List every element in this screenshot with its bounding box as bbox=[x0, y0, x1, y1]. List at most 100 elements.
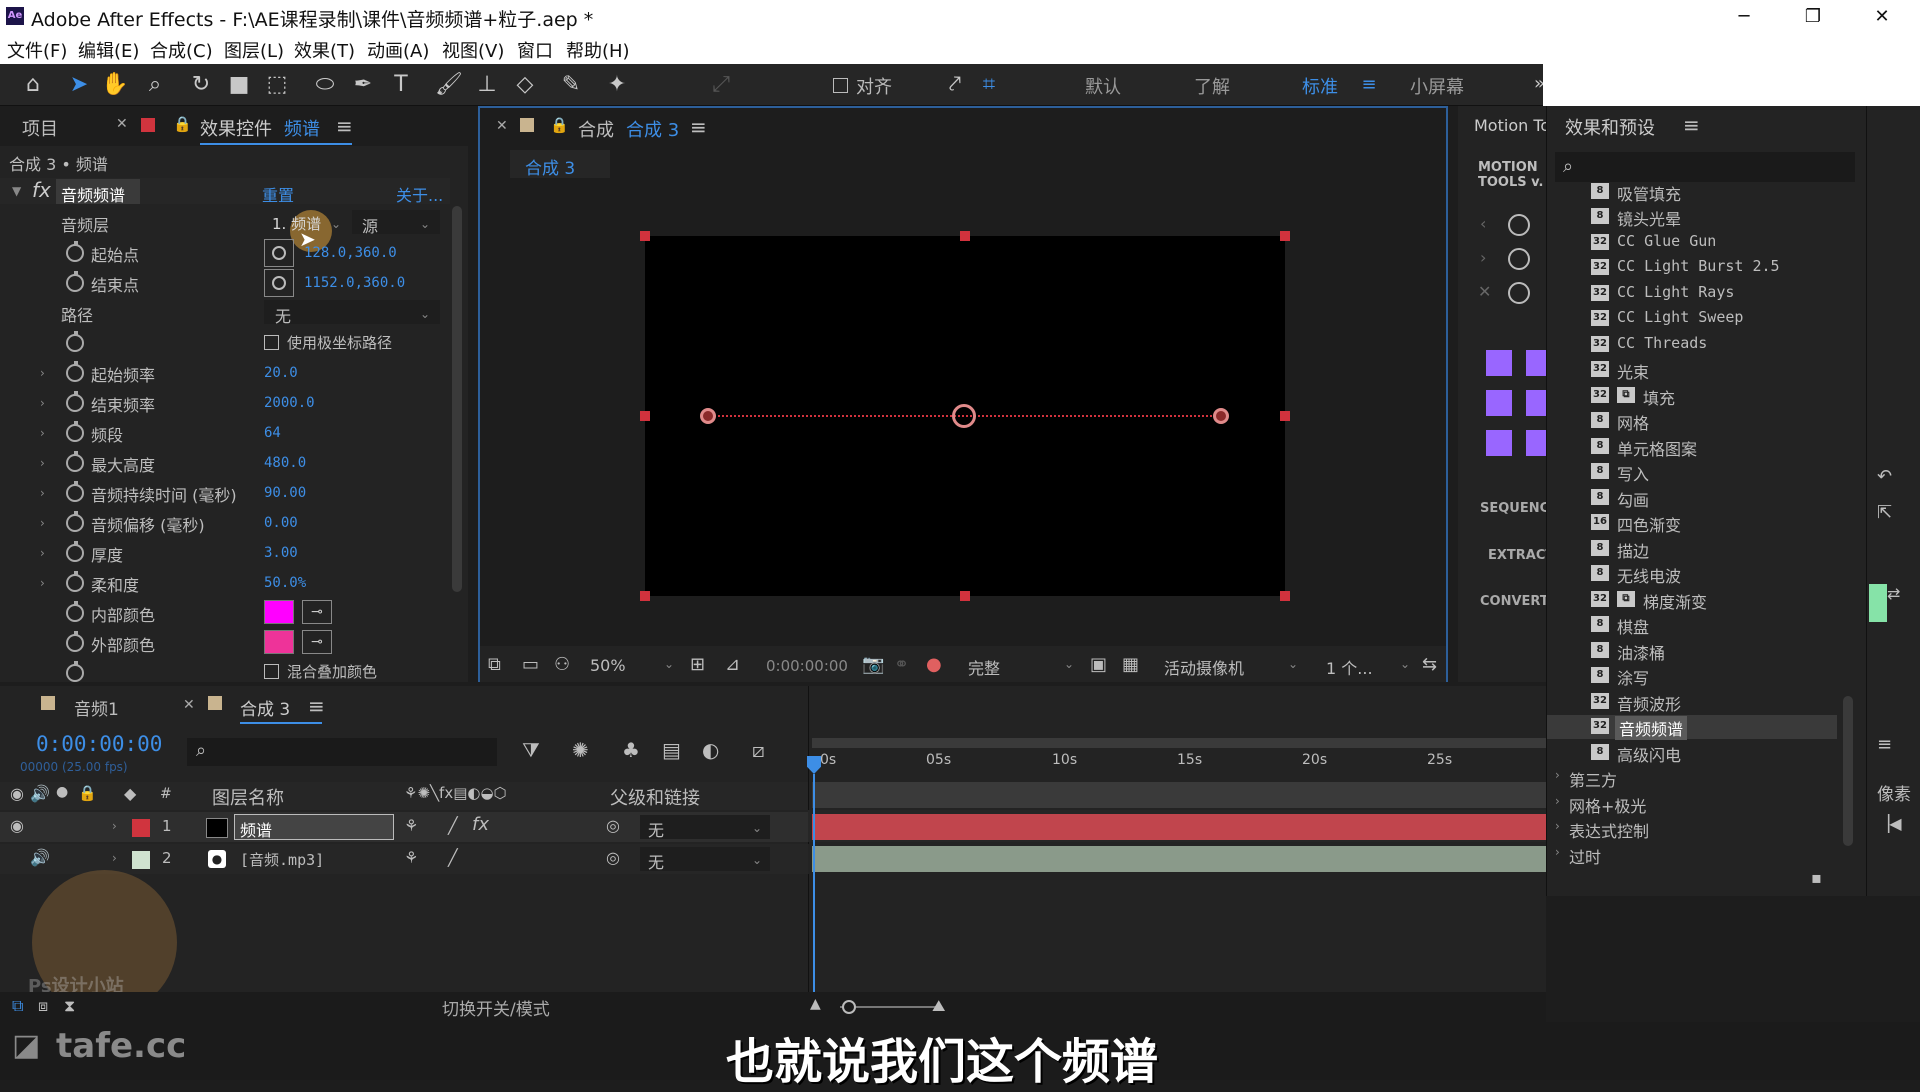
toggle-switches-modes[interactable]: 切换开关/模式 bbox=[442, 995, 550, 1020]
hand-tool-icon[interactable]: ✋ bbox=[100, 70, 130, 100]
list-item[interactable]: 8 描边 bbox=[1547, 537, 1837, 561]
start-point-value[interactable]: 128.0,360.0 bbox=[304, 245, 397, 261]
stopwatch-icon[interactable] bbox=[66, 391, 84, 412]
list-item[interactable]: 16 四色渐变 bbox=[1547, 511, 1837, 535]
roto-brush-tool-icon[interactable]: ✎ bbox=[556, 70, 586, 100]
effect-name[interactable]: 音频频谱 bbox=[61, 182, 125, 206]
expand-icon[interactable]: › bbox=[112, 851, 117, 865]
list-item[interactable]: 8 棋盘 bbox=[1547, 613, 1837, 637]
chevron-left-icon[interactable]: ‹ bbox=[1480, 214, 1486, 233]
show-snapshot-icon[interactable]: ⚭ bbox=[894, 654, 909, 675]
list-item[interactable]: 8 勾画 bbox=[1547, 486, 1837, 510]
pickwhip-icon[interactable]: ◎ bbox=[606, 848, 620, 867]
pan-behind-tool-icon[interactable]: ⬚ bbox=[262, 70, 292, 100]
parent-value[interactable]: 无 bbox=[648, 849, 664, 873]
lock-icon[interactable]: 🔒 bbox=[550, 116, 569, 134]
layer-search-input[interactable] bbox=[187, 738, 497, 766]
stopwatch-icon[interactable] bbox=[66, 361, 84, 382]
comp-tab-name[interactable]: 合成 3 bbox=[626, 116, 679, 142]
zoom-out-icon[interactable]: ▲ bbox=[810, 996, 821, 1012]
eye-icon[interactable]: ◉ bbox=[10, 816, 24, 835]
effects-search-input[interactable] bbox=[1555, 152, 1855, 182]
menu-file[interactable]: 文件(F) bbox=[7, 37, 67, 63]
list-item[interactable]: 32 光束 bbox=[1547, 358, 1837, 382]
transform-handle[interactable] bbox=[640, 231, 650, 241]
menu-layer[interactable]: 图层(L) bbox=[224, 37, 284, 63]
list-item[interactable]: 32 CC Glue Gun bbox=[1547, 231, 1837, 255]
about-link[interactable]: 关于... bbox=[396, 182, 443, 206]
motion-blur-icon[interactable]: ◐ bbox=[702, 738, 719, 762]
in-out-icon[interactable]: ⧗ bbox=[64, 996, 75, 1016]
ease-out-button[interactable] bbox=[1508, 248, 1530, 270]
expand-icon[interactable]: › bbox=[40, 426, 45, 440]
stopwatch-icon[interactable] bbox=[66, 241, 84, 262]
close-icon[interactable]: ✕ bbox=[183, 697, 195, 713]
stopwatch-icon[interactable] bbox=[66, 661, 84, 682]
prop-value[interactable]: 480.0 bbox=[264, 455, 306, 471]
prop-value[interactable]: 90.00 bbox=[264, 485, 306, 501]
export-icon[interactable]: ⇱ bbox=[1877, 502, 1892, 523]
list-item[interactable]: 32 CC Threads bbox=[1547, 333, 1837, 357]
layer-duration-bar[interactable] bbox=[812, 846, 1546, 872]
expand-icon[interactable]: › bbox=[40, 576, 45, 590]
effects-presets-tab[interactable]: 效果和预设 bbox=[1565, 114, 1655, 140]
views-dropdown[interactable]: 1 个... bbox=[1326, 655, 1373, 679]
crosshair-icon[interactable] bbox=[264, 239, 294, 267]
eye-icon[interactable]: ◉ bbox=[10, 784, 24, 803]
folder-item[interactable]: › 表达式控制 bbox=[1547, 817, 1837, 841]
align-top-left-button[interactable] bbox=[1486, 350, 1512, 376]
align-top-button[interactable] bbox=[1526, 350, 1546, 376]
stopwatch-icon[interactable] bbox=[66, 271, 84, 292]
stopwatch-icon[interactable] bbox=[66, 421, 84, 442]
search-icon[interactable]: ⌕ bbox=[196, 740, 206, 761]
transform-handle[interactable] bbox=[960, 591, 970, 601]
safe-zones-icon[interactable]: ⊿ bbox=[725, 654, 740, 675]
column-layer-name[interactable]: 图层名称 bbox=[212, 784, 284, 810]
shy-switch-icon[interactable]: ⚘ bbox=[404, 816, 418, 835]
eyedropper-icon[interactable]: ⊸ bbox=[302, 600, 332, 624]
comp-timecode[interactable]: 0:00:00:00 bbox=[766, 657, 848, 675]
path-dropdown[interactable]: 无 bbox=[275, 303, 291, 327]
pen-tool-icon[interactable]: ✒ bbox=[348, 70, 378, 100]
shy-switch-icon[interactable]: ⚘ bbox=[404, 848, 418, 867]
expand-icon[interactable]: › bbox=[40, 486, 45, 500]
transform-handle[interactable] bbox=[640, 411, 650, 421]
menu-animation[interactable]: 动画(A) bbox=[367, 37, 429, 63]
expand-icon[interactable]: › bbox=[40, 396, 45, 410]
blend-checkbox[interactable] bbox=[264, 664, 279, 679]
list-item[interactable]: 32 CC Light Sweep bbox=[1547, 307, 1837, 331]
camera-tool-icon[interactable]: ■ bbox=[224, 70, 254, 100]
close-icon[interactable]: ✕ bbox=[116, 116, 128, 132]
layer-name[interactable]: [音频.mp3] bbox=[240, 849, 324, 870]
monitor-icon[interactable]: ▭ bbox=[522, 654, 539, 675]
stopwatch-icon[interactable] bbox=[66, 571, 84, 592]
list-item[interactable]: 8 吸管填充 bbox=[1547, 180, 1837, 204]
eraser-tool-icon[interactable]: ◇ bbox=[510, 70, 540, 100]
channels-icon[interactable]: ● bbox=[926, 654, 942, 675]
prop-value[interactable]: 2000.0 bbox=[264, 395, 315, 411]
tab-effect-controls-layer[interactable]: 频谱 bbox=[284, 115, 320, 141]
search-icon[interactable]: ⌕ bbox=[1563, 156, 1573, 177]
reset-link[interactable]: 重置 bbox=[262, 182, 294, 206]
close-icon[interactable]: ✕ bbox=[496, 118, 508, 134]
panel-menu-icon[interactable]: ≡ bbox=[308, 694, 325, 718]
stopwatch-icon[interactable] bbox=[66, 511, 84, 532]
quality-switch-icon[interactable]: ╱ bbox=[448, 848, 458, 867]
stopwatch-icon[interactable] bbox=[66, 451, 84, 472]
minimize-button[interactable]: ─ bbox=[1724, 3, 1764, 31]
list-item[interactable]: 32 CC Light Burst 2.5 bbox=[1547, 256, 1837, 280]
polar-path-checkbox[interactable] bbox=[264, 335, 279, 350]
align-left-button[interactable] bbox=[1486, 390, 1512, 416]
expand-icon[interactable]: ▼ bbox=[12, 184, 21, 198]
list-item[interactable]: 8 油漆桶 bbox=[1547, 639, 1837, 663]
draft-3d-icon[interactable]: ✺ bbox=[572, 738, 589, 762]
list-item[interactable]: 8 镜头光晕 bbox=[1547, 205, 1837, 229]
clone-stamp-tool-icon[interactable]: ⊥ bbox=[472, 70, 502, 100]
transform-handle[interactable] bbox=[960, 231, 970, 241]
eyedropper-icon[interactable]: ⊸ bbox=[302, 630, 332, 654]
list-item[interactable]: 8 涂写 bbox=[1547, 664, 1837, 688]
panel-arrow-icon[interactable]: ▕◀ bbox=[1877, 814, 1902, 833]
list-item[interactable]: 8 高级闪电 bbox=[1547, 741, 1837, 765]
layer-duration-bar[interactable] bbox=[812, 814, 1546, 840]
frame-blending-icon[interactable]: ▤ bbox=[662, 738, 681, 762]
